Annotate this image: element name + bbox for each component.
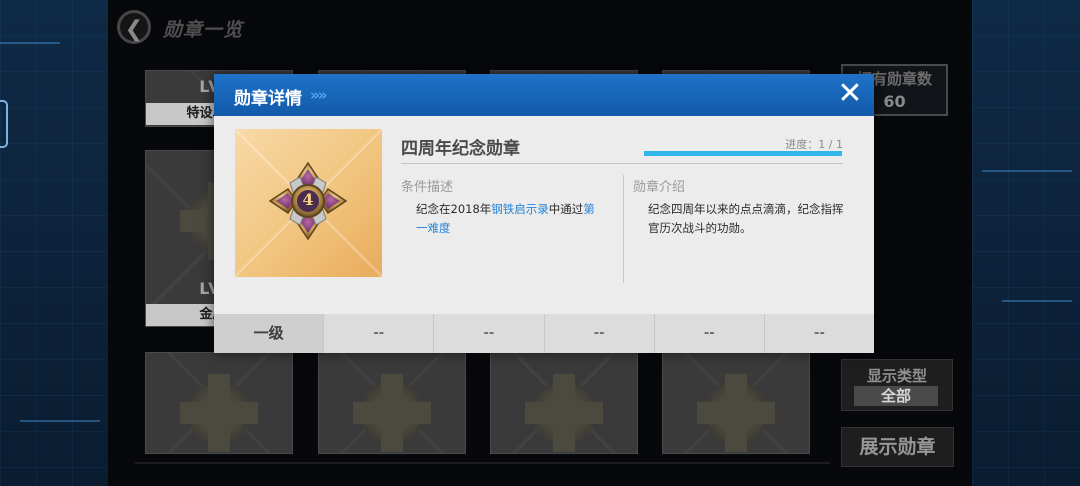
right-background: [972, 0, 1080, 486]
medal-card[interactable]: [490, 352, 638, 454]
chevron-left-icon: ❮: [124, 17, 144, 42]
medal-icon: [704, 381, 768, 445]
grade-tab[interactable]: --: [543, 314, 654, 353]
progress-text: 进度：1 / 1: [785, 138, 843, 151]
modal-header: 勋章详情 »» ✕: [214, 74, 874, 116]
decor-line: [0, 42, 60, 44]
condition-text: 纪念在2018年钢铁启示录中通过第一难度: [416, 200, 602, 238]
condition-text-part: 纪念在2018年: [416, 202, 492, 216]
chevrons-icon: »»: [310, 86, 327, 104]
grade-tabs: 一级 -- -- -- -- --: [214, 314, 875, 353]
medal-icon: [187, 381, 251, 445]
grade-tab[interactable]: --: [763, 314, 875, 353]
progress-fill: [644, 151, 842, 156]
campaign-link[interactable]: 钢铁启示录: [491, 202, 549, 216]
decor-line: [20, 420, 100, 422]
progress-bar: [644, 151, 842, 156]
decor-line: [982, 170, 1072, 172]
show-medal-button[interactable]: 展示勋章: [841, 427, 954, 467]
medal-icon: [360, 381, 424, 445]
intro-text: 纪念四周年以来的点点滴滴，纪念指挥官历次战斗的功勋。: [648, 202, 844, 235]
medal-card[interactable]: [145, 352, 293, 454]
left-background: [0, 0, 108, 486]
medal-number: 4: [302, 190, 314, 209]
grade-tab[interactable]: --: [323, 314, 434, 353]
medal-image: 4: [235, 129, 382, 277]
intro-heading: 勋章介绍: [633, 180, 686, 195]
decor-line: [1002, 300, 1072, 302]
condition-heading: 条件描述: [401, 180, 454, 195]
grade-tab[interactable]: --: [653, 314, 764, 353]
column-divider: [623, 175, 624, 283]
back-button[interactable]: ❮: [117, 10, 151, 44]
medal-detail-modal: 勋章详情 »» ✕ 4 四周年纪念勋章 进度：1 / 1 条件描述 纪念在201…: [214, 74, 875, 353]
page-title: 勋章一览: [163, 19, 244, 41]
grade-tab[interactable]: 一级: [214, 314, 324, 353]
side-tab[interactable]: [0, 100, 8, 148]
condition-text-part: 中通过: [548, 202, 584, 216]
medal-card[interactable]: [662, 352, 810, 454]
close-icon: ✕: [837, 76, 863, 111]
divider: [401, 163, 843, 164]
grade-tab[interactable]: --: [433, 314, 544, 353]
medal-icon: [532, 381, 596, 445]
display-type-label: 显示类型: [866, 367, 927, 385]
modal-title: 勋章详情: [234, 89, 302, 109]
divider: [135, 462, 830, 464]
display-type-selector[interactable]: 显示类型 全部: [841, 359, 953, 411]
display-type-value: 全部: [854, 386, 938, 406]
medal-card[interactable]: [318, 352, 466, 454]
medal-title: 四周年纪念勋章: [401, 139, 520, 159]
close-button[interactable]: ✕: [832, 77, 868, 113]
